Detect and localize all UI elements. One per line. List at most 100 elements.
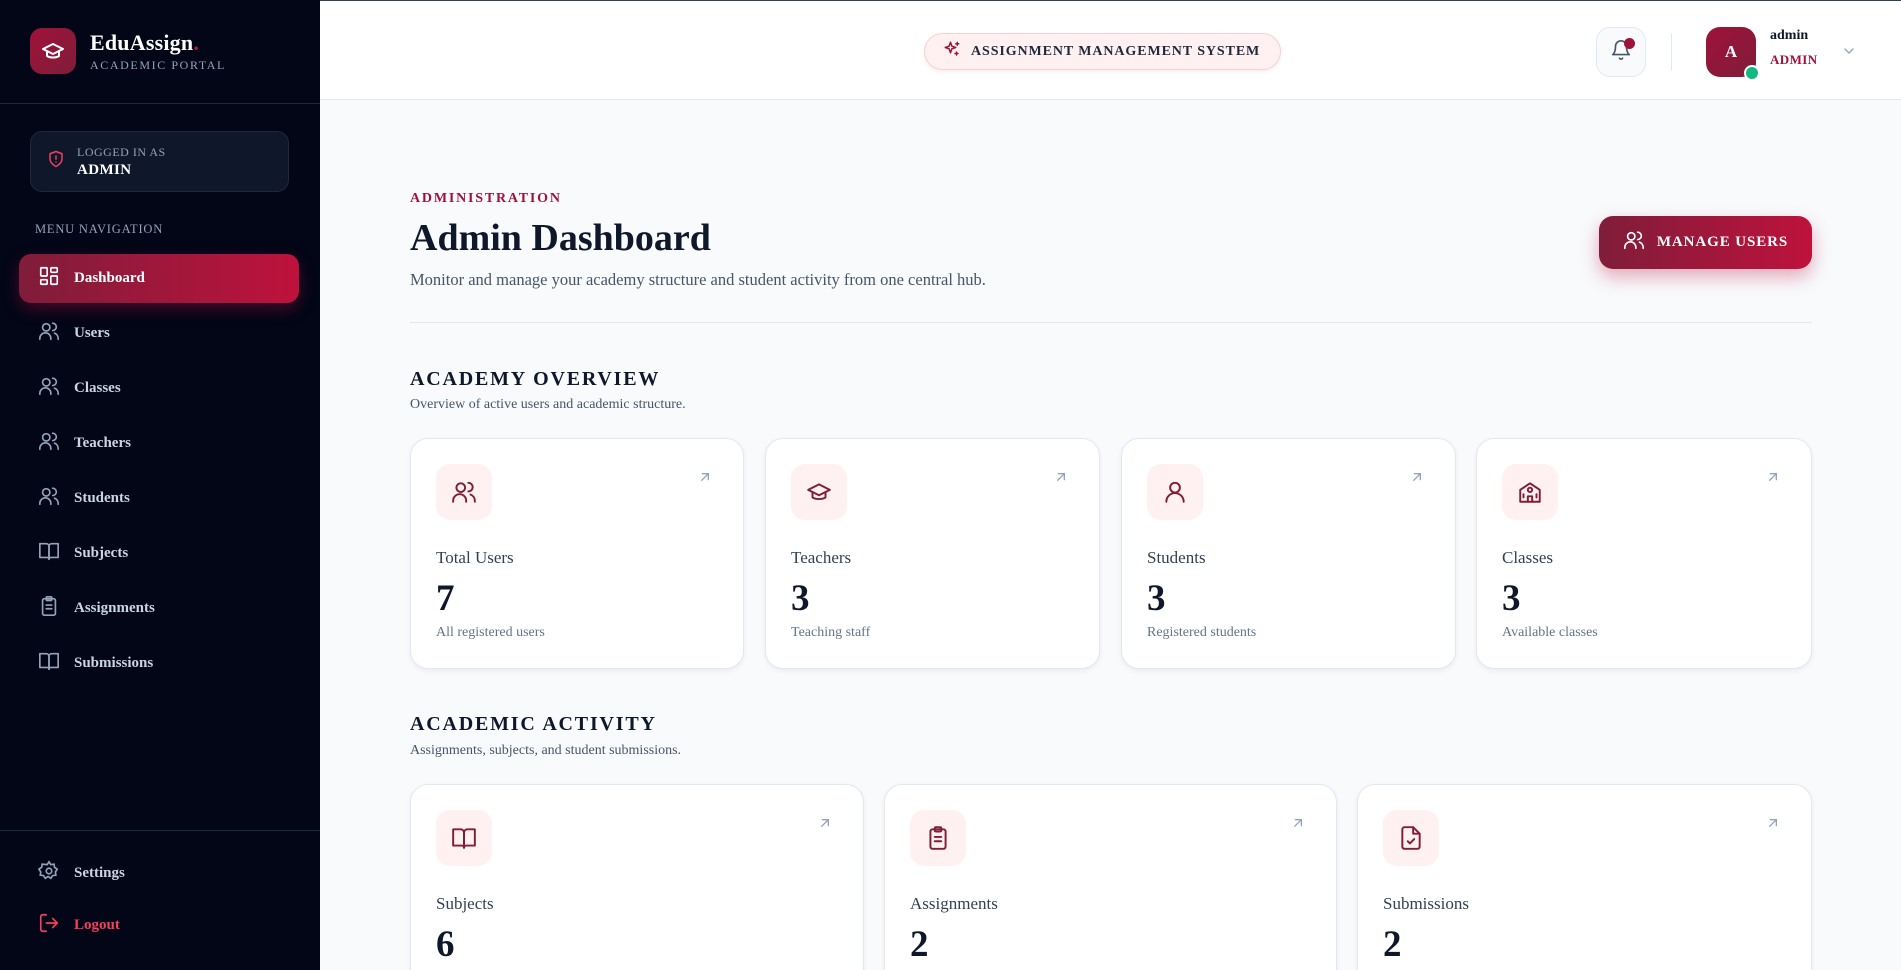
stat-value: 3 [791,578,810,619]
stat-value: 3 [1502,578,1521,619]
user-name: admin [1770,28,1809,43]
book-icon [436,810,492,866]
file-check-icon [1383,810,1439,866]
stat-label: Subjects [436,894,494,913]
stat-label: Total Users [436,548,514,567]
page-eyebrow: ADMINISTRATION [410,191,562,206]
sidebar-bottom-nav: Settings Logout [19,850,299,954]
stat-subtext: All registered users [436,625,545,640]
user-icon [1147,464,1203,520]
manage-users-label: MANAGE USERS [1656,234,1789,250]
gear-icon [37,859,60,887]
arrow-up-right-icon [1290,815,1306,836]
stat-label: Classes [1502,548,1553,567]
clipboard-icon [910,810,966,866]
stat-label: Assignments [910,894,998,913]
stat-value: 3 [1147,578,1166,619]
sidebar-item-users[interactable]: Users [19,309,299,358]
sidebar-item-label: Assignments [74,600,155,616]
activity-description: Assignments, subjects, and student submi… [410,743,682,758]
notification-dot [1624,38,1635,49]
top-header: ASSIGNMENT MANAGEMENT SYSTEM A admin ADM… [320,0,1901,100]
arrow-up-right-icon [697,469,713,490]
menu-heading: MENU NAVIGATION [35,222,164,236]
sidebar-item-dashboard[interactable]: Dashboard [19,254,299,303]
sidebar-item-teachers[interactable]: Teachers [19,419,299,468]
sidebar-item-settings[interactable]: Settings [19,850,299,896]
chevron-down-icon[interactable] [1841,43,1857,64]
system-badge: ASSIGNMENT MANAGEMENT SYSTEM [924,33,1282,70]
arrow-up-right-icon [1765,469,1781,490]
online-status-dot [1744,65,1760,81]
manage-users-button[interactable]: MANAGE USERS [1599,216,1812,269]
divider [0,830,320,831]
dashboard-icon [38,265,60,292]
stat-value: 6 [436,924,455,965]
stat-subtext: Available classes [1502,625,1598,640]
stat-card-students[interactable]: Students 3 Registered students [1121,438,1456,669]
sidebar: EduAssign. ACADEMIC PORTAL LOGGED IN AS … [0,0,320,970]
logged-in-role: ADMIN [77,161,132,178]
arrow-up-right-icon [1053,469,1069,490]
stat-card-total-users[interactable]: Total Users 7 All registered users [410,438,744,669]
sidebar-item-label: Users [74,325,110,341]
page-description: Monitor and manage your academy structur… [410,270,986,289]
sidebar-item-label: Subjects [74,545,129,561]
sidebar-item-students[interactable]: Students [19,474,299,523]
divider [1671,33,1672,71]
users-icon [38,320,60,347]
page-title: Admin Dashboard [410,217,711,259]
stat-card-submissions[interactable]: Submissions 2 [1357,784,1812,970]
users-icon [38,485,60,512]
sparkles-icon [943,40,961,63]
sidebar-item-label: Students [74,490,130,506]
stat-label: Students [1147,548,1206,567]
clipboard-icon [38,595,60,622]
overview-title: ACADEMY OVERVIEW [410,368,661,390]
brand-subtitle: ACADEMIC PORTAL [90,57,226,72]
stat-value: 2 [910,924,929,965]
arrow-up-right-icon [1409,469,1425,490]
avatar[interactable]: A [1706,27,1760,81]
user-menu[interactable]: admin ADMIN [1770,28,1818,68]
overview-description: Overview of active users and academic st… [410,397,686,412]
sidebar-item-label: Dashboard [74,270,145,286]
users-icon [38,375,60,402]
stat-card-classes[interactable]: Classes 3 Available classes [1476,438,1812,669]
stat-subtext: Teaching staff [791,625,871,640]
sidebar-item-label: Teachers [74,435,131,451]
graduation-cap-icon [791,464,847,520]
brand-name: EduAssign. [90,29,200,55]
stat-card-teachers[interactable]: Teachers 3 Teaching staff [765,438,1100,669]
sidebar-item-subjects[interactable]: Subjects [19,529,299,578]
notifications-button[interactable] [1596,27,1646,77]
sidebar-item-classes[interactable]: Classes [19,364,299,413]
sidebar-item-logout[interactable]: Logout [19,902,299,948]
shield-icon [47,150,65,173]
logged-in-label: LOGGED IN AS [77,144,166,159]
brand[interactable]: EduAssign. ACADEMIC PORTAL [30,28,226,74]
sidebar-item-assignments[interactable]: Assignments [19,584,299,633]
stat-value: 2 [1383,924,1402,965]
sidebar-item-label: Classes [74,380,121,396]
stat-card-assignments[interactable]: Assignments 2 [884,784,1337,970]
divider [410,322,1812,323]
arrow-up-right-icon [817,815,833,836]
logged-in-card: LOGGED IN AS ADMIN [30,131,289,192]
sidebar-item-submissions[interactable]: Submissions [19,639,299,688]
divider [0,103,320,104]
activity-title: ACADEMIC ACTIVITY [410,713,657,735]
sidebar-item-label: Logout [74,916,120,933]
stat-card-subjects[interactable]: Subjects 6 [410,784,864,970]
sidebar-nav: Dashboard Users Classes Teachers Student… [19,254,299,694]
stat-subtext: Registered students [1147,625,1257,640]
sidebar-item-label: Submissions [74,655,154,671]
users-icon [436,464,492,520]
stat-label: Submissions [1383,894,1469,913]
book-icon [38,650,60,677]
stat-label: Teachers [791,548,852,567]
arrow-up-right-icon [1765,815,1781,836]
system-label: ASSIGNMENT MANAGEMENT SYSTEM [971,43,1261,59]
users-icon [1623,229,1645,256]
users-icon [38,430,60,457]
